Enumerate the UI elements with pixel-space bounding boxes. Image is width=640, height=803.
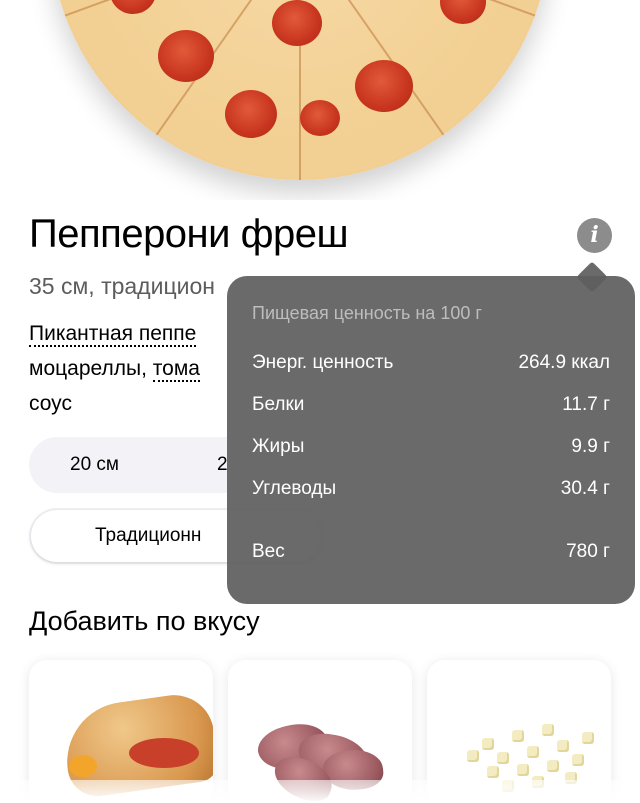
popover-title: Пищевая ценность на 100 г [252, 303, 482, 323]
nutrition-row-protein: Белки 11.7 г [252, 394, 610, 420]
nutrition-row-fat: Жиры 9.9 г [252, 436, 610, 462]
product-image [0, 0, 640, 200]
nutrition-value: 9.9 г [571, 436, 610, 457]
section-title: Добавить по вкусу [29, 606, 260, 636]
nutrition-row-energy: Энерг. ценность 264.9 ккал [252, 352, 610, 378]
nutrition-label: Белки [252, 394, 305, 415]
nutrition-row-carbs: Углеводы 30.4 г [252, 478, 610, 504]
ingredient-link[interactable]: тома [152, 357, 200, 382]
info-icon[interactable]: i [577, 218, 612, 253]
nutrition-label: Энерг. ценность [252, 352, 394, 373]
pizza-image [50, 0, 550, 180]
nutrition-row-weight: Вес 780 г [252, 541, 610, 567]
nutrition-value: 11.7 г [562, 394, 610, 415]
nutrition-value: 30.4 г [560, 478, 610, 499]
description-text: соус [29, 392, 72, 415]
nutrition-label: Вес [252, 541, 285, 562]
nutrition-value: 780 г [566, 541, 610, 562]
nutrition-value: 264.9 ккал [518, 352, 610, 373]
size-option-next[interactable]: 2 [217, 437, 228, 493]
bottom-fade [0, 780, 640, 803]
nutrition-popover: Пищевая ценность на 100 г Энерг. ценност… [227, 261, 635, 604]
nutrition-label: Углеводы [252, 478, 337, 499]
product-title: Пепперони фреш [29, 212, 349, 256]
product-subtitle: 35 см, традицион [29, 273, 215, 299]
description-text: моцареллы, [29, 357, 153, 380]
size-option-20[interactable]: 20 см [70, 437, 119, 493]
ingredient-link[interactable]: Пикантная пеппе [29, 322, 197, 347]
popover-arrow [576, 261, 608, 293]
nutrition-label: Жиры [252, 436, 305, 457]
